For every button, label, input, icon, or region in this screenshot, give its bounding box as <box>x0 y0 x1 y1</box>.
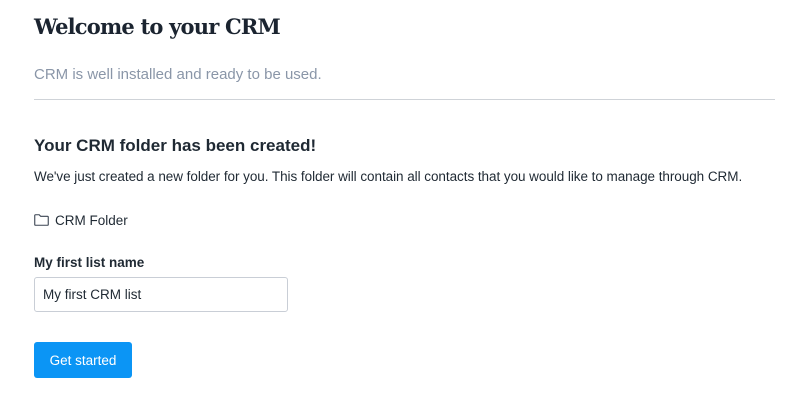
list-name-input[interactable] <box>34 277 288 312</box>
folder-icon <box>34 214 49 226</box>
list-name-label: My first list name <box>34 255 145 270</box>
header-divider <box>34 99 775 100</box>
folder-created-description: We've just created a new folder for you.… <box>34 169 743 184</box>
crm-folder-name: CRM Folder <box>55 212 128 228</box>
crm-folder-link[interactable]: CRM Folder <box>34 210 128 230</box>
get-started-button[interactable]: Get started <box>34 342 132 378</box>
page-subtitle: CRM is well installed and ready to be us… <box>34 66 322 83</box>
page-title: Welcome to your CRM <box>34 14 281 39</box>
folder-created-heading: Your CRM folder has been created! <box>34 136 317 155</box>
crm-welcome-page: Welcome to your CRM CRM is well installe… <box>0 0 799 406</box>
